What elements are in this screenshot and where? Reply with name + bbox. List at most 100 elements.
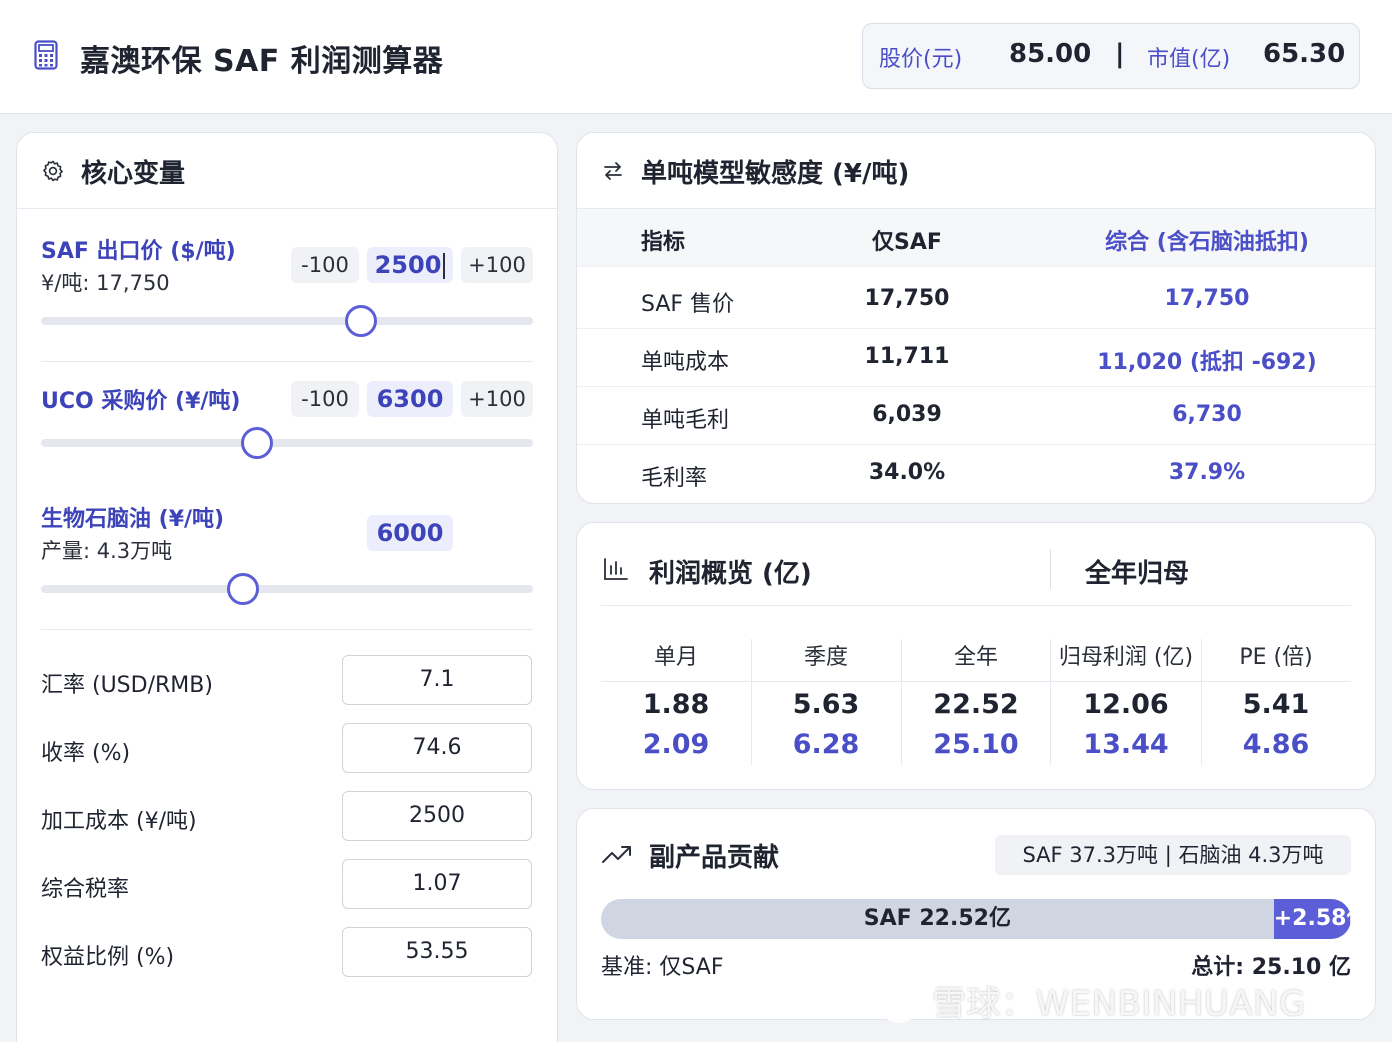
app-header: 嘉澳环保 SAF 利润测算器 股价(元) 85.00 | 市值(亿) 65.30 (0, 0, 1392, 114)
sensitivity-title: 单吨模型敏感度 (¥/吨) (641, 159, 910, 189)
divider (41, 629, 533, 630)
equity-ratio-input[interactable]: 53.55 (342, 927, 532, 977)
naphtha-segment: +2.58亿 (1273, 899, 1351, 939)
combined-value: 6.28 (792, 729, 860, 760)
column-label: 归母利润 (亿) (1058, 645, 1194, 670)
tax-rate-label: 综合税率 (41, 877, 130, 902)
saf-slider-thumb[interactable] (344, 305, 377, 337)
saf-price-label: SAF 出口价 ($/吨) (41, 239, 236, 264)
saf-minus-button[interactable]: -100 (291, 247, 359, 283)
combined-value: 37.9% (1168, 460, 1246, 485)
column-label: 单月 (653, 645, 698, 670)
combined-value: 4.86 (1242, 729, 1310, 760)
tax-rate-input[interactable]: 1.07 (342, 859, 532, 909)
sensitivity-panel: 单吨模型敏感度 (¥/吨) 指标 仅SAF 综合 (含石脑油抵扣) SAF 售价… (576, 132, 1376, 504)
naphtha-segment-label: +2.58亿 (1273, 906, 1351, 931)
column-label: 季度 (803, 645, 848, 670)
divider (601, 605, 1351, 606)
bar-chart-icon (604, 558, 628, 580)
mcap-label: 市值(亿) (1147, 47, 1231, 72)
mcap-value: 65.30 (1263, 39, 1346, 69)
naphtha-slider-thumb[interactable] (226, 573, 259, 605)
combined-value: 2.09 (642, 729, 710, 760)
metric-label: 单吨毛利 (641, 408, 730, 433)
combined-value: 25.10 (933, 729, 1019, 760)
profit-overview-title: 利润概览 (亿) (649, 559, 812, 589)
combined-value: 13.44 (1083, 729, 1169, 760)
processing-cost-label: 加工成本 (¥/吨) (41, 809, 197, 834)
col-header-metric: 指标 (641, 230, 686, 255)
profit-column-annual: 全年 22.52 25.10 (901, 639, 1051, 765)
divider (41, 361, 533, 362)
profit-column-monthly: 单月 1.88 2.09 (601, 639, 751, 765)
contribution-bar: SAF 22.52亿 +2.58亿 (601, 899, 1351, 939)
table-row: 毛利率 34.0% 37.9% (577, 445, 1375, 503)
uco-price-label: UCO 采购价 (¥/吨) (41, 389, 241, 414)
swap-arrows-icon (604, 162, 622, 180)
fx-rate-label: 汇率 (USD/RMB) (41, 673, 213, 698)
uco-minus-button[interactable]: -100 (291, 381, 359, 417)
saf-plus-button[interactable]: +100 (461, 247, 533, 283)
watermark: 雪球：WENBINHUANG (932, 984, 1306, 1024)
saf-segment: SAF 22.52亿 (863, 906, 1011, 931)
yield-label: 收率 (%) (41, 741, 131, 766)
table-header-row: 指标 仅SAF 综合 (含石脑油抵扣) (577, 209, 1375, 267)
trending-up-icon (602, 846, 631, 863)
naphtha-output: 产量: 4.3万吨 (41, 539, 173, 563)
combined-value: 17,750 (1164, 286, 1250, 311)
naphtha-price-input[interactable]: 6000 (367, 515, 453, 551)
saf-only-value: 11,711 (864, 344, 950, 369)
profit-column-attributable: 归母利润 (亿) 12.06 13.44 (1051, 639, 1201, 765)
divider (1050, 549, 1051, 589)
col-header-combined: 综合 (含石脑油抵扣) (1105, 230, 1309, 255)
saf-price-slider[interactable] (41, 305, 533, 337)
profit-column-quarterly: 季度 5.63 6.28 (751, 639, 901, 765)
xueqiu-logo-icon (877, 979, 921, 1023)
base-value: 12.06 (1083, 689, 1169, 720)
quote-summary: 股价(元) 85.00 | 市值(亿) 65.30 (862, 23, 1360, 89)
metric-label: 毛利率 (641, 466, 708, 491)
core-variables-title: 核心变量 (81, 159, 186, 189)
naphtha-price-slider[interactable] (41, 573, 533, 605)
uco-price-slider[interactable] (41, 427, 533, 459)
uco-plus-button[interactable]: +100 (461, 381, 533, 417)
saf-price-input[interactable]: 2500 (367, 247, 453, 283)
table-row: SAF 售价 17,750 17,750 (577, 271, 1375, 329)
column-label: PE (倍) (1239, 645, 1313, 670)
price-value: 85.00 (1009, 39, 1092, 69)
yield-input[interactable]: 74.6 (342, 723, 532, 773)
byproduct-title: 副产品贡献 (649, 843, 780, 873)
uco-slider-thumb[interactable] (241, 427, 274, 459)
combined-value: 6,730 (1172, 402, 1242, 427)
sensitivity-header: 单吨模型敏感度 (¥/吨) (577, 133, 1375, 209)
baseline-text: 基准: 仅SAF (601, 955, 724, 980)
calculator-icon (34, 40, 58, 70)
app-title: 嘉澳环保 SAF 利润测算器 (80, 44, 444, 79)
base-value: 5.41 (1242, 689, 1310, 720)
equity-ratio-label: 权益比例 (%) (41, 945, 175, 970)
quote-separator: | (1115, 39, 1125, 69)
col-header-saf-only: 仅SAF (872, 230, 942, 255)
core-variables-panel: 核心变量 SAF 出口价 ($/吨) ¥/吨: 17,750 -100 2500… (16, 132, 558, 1042)
output-badge: SAF 37.3万吨 | 石脑油 4.3万吨 (995, 835, 1351, 875)
saf-only-value: 17,750 (864, 286, 950, 311)
annual-attributable-title: 全年归母 (1085, 559, 1190, 589)
fx-rate-input[interactable]: 7.1 (342, 655, 532, 705)
naphtha-price-label: 生物石脑油 (¥/吨) (41, 507, 225, 532)
uco-price-input[interactable]: 6300 (367, 381, 453, 417)
gear-icon (43, 160, 63, 182)
saf-only-value: 6,039 (872, 402, 942, 427)
base-value: 5.63 (792, 689, 860, 720)
base-value: 22.52 (933, 689, 1019, 720)
table-row: 单吨毛利 6,039 6,730 (577, 387, 1375, 445)
core-variables-header: 核心变量 (17, 133, 557, 209)
text-caret (443, 253, 446, 279)
base-value: 1.88 (642, 689, 710, 720)
metric-label: SAF 售价 (641, 292, 735, 317)
processing-cost-input[interactable]: 2500 (342, 791, 532, 841)
price-label: 股价(元) (879, 47, 963, 72)
table-row: 单吨成本 11,711 11,020 (抵扣 -692) (577, 329, 1375, 387)
column-label: 全年 (953, 645, 998, 670)
combined-value: 11,020 (抵扣 -692) (1097, 350, 1317, 375)
saf-rmb-price: ¥/吨: 17,750 (41, 271, 170, 295)
